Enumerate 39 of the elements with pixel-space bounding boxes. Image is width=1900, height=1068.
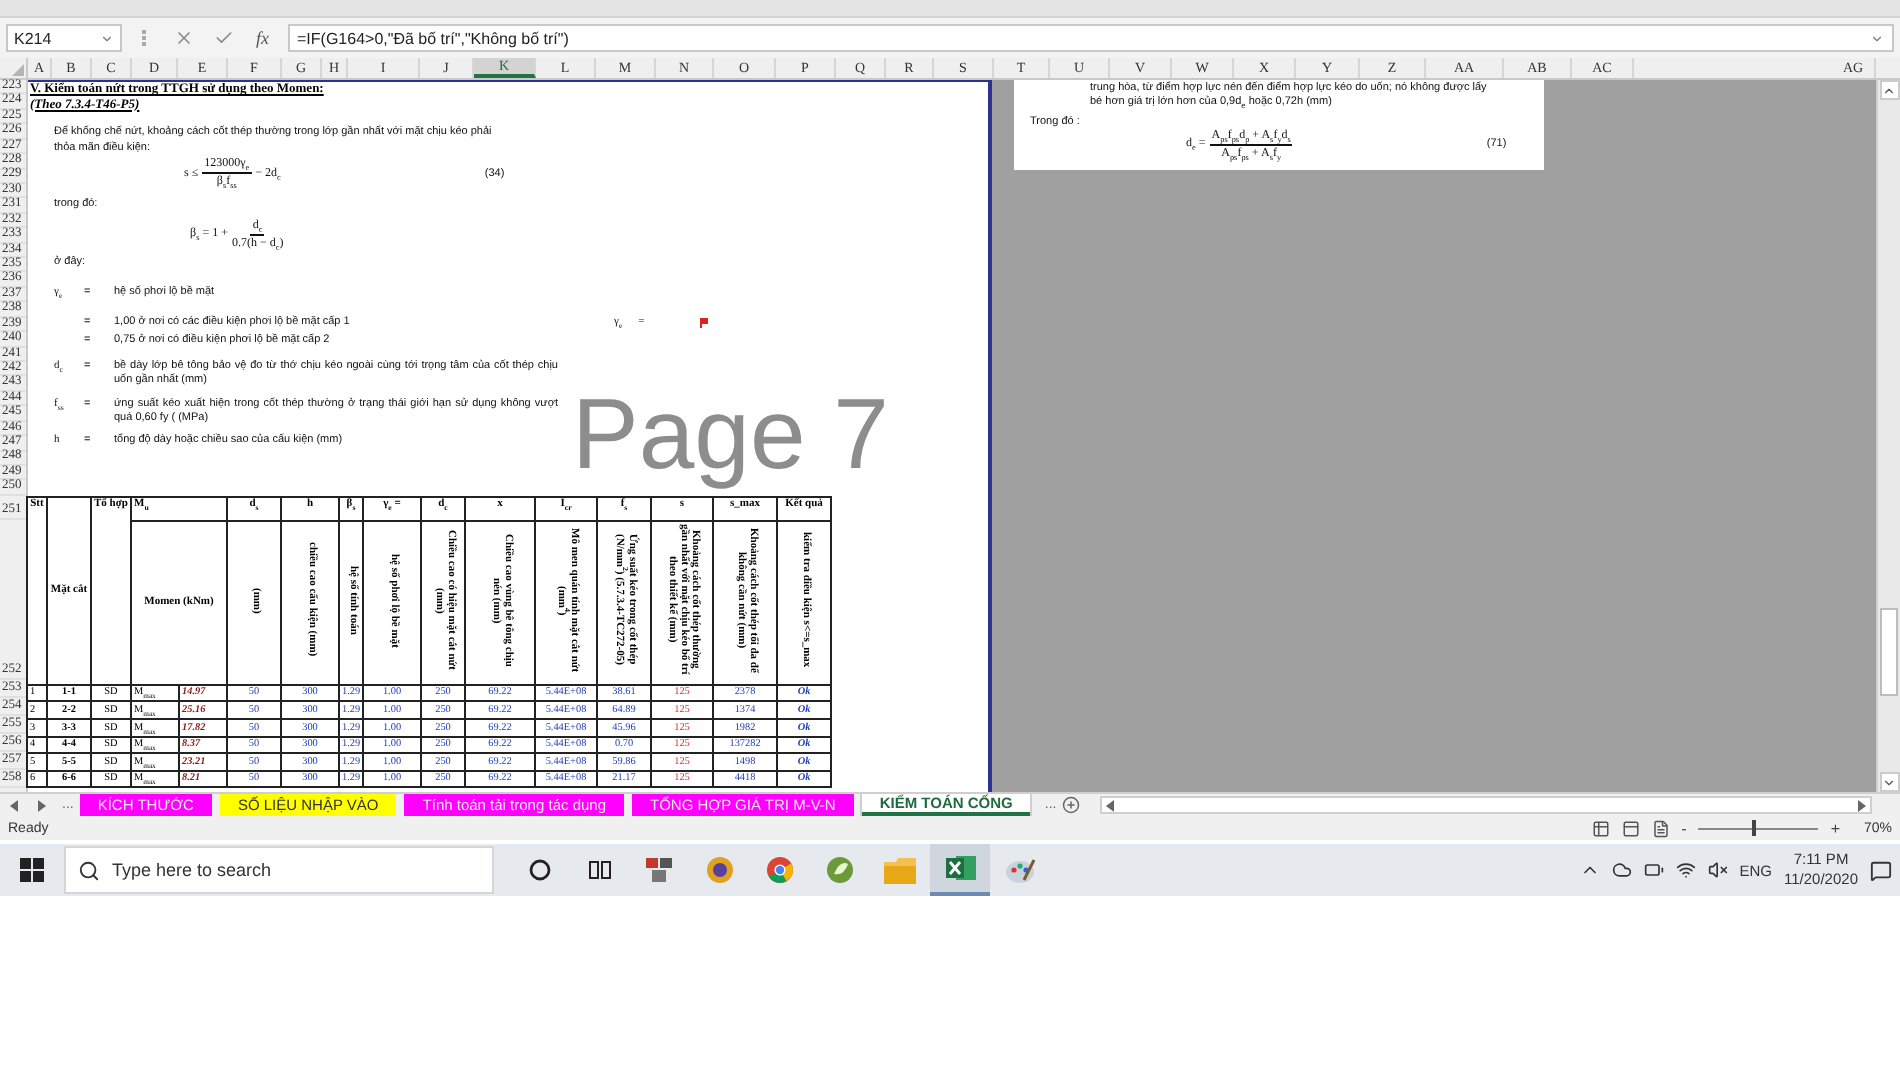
chrome-icon [766, 856, 794, 884]
leaf-icon [826, 856, 854, 884]
scroll-thumb[interactable] [1880, 608, 1898, 696]
notification-icon[interactable] [1870, 859, 1892, 881]
tiles-icon [646, 858, 674, 882]
zoom-out-button[interactable]: - [1681, 819, 1687, 837]
zoom-in-button[interactable]: + [1830, 819, 1840, 837]
circle-icon [528, 858, 552, 882]
add-sheet-icon[interactable] [1062, 796, 1081, 814]
normal-view-icon[interactable] [1591, 819, 1610, 837]
battery-icon[interactable] [1643, 860, 1664, 880]
search-field[interactable]: Type here to search [64, 846, 494, 894]
search-icon [78, 859, 100, 881]
close-icon[interactable] [174, 28, 194, 48]
vertical-scrollbar[interactable] [1876, 80, 1900, 792]
start-button[interactable] [16, 854, 48, 886]
scroll-left-icon[interactable] [1106, 799, 1115, 811]
folder-icon [884, 857, 916, 883]
scroll-right-icon[interactable] [1858, 799, 1866, 811]
wifi-icon[interactable] [1675, 860, 1696, 880]
cloud-icon[interactable] [1611, 860, 1632, 880]
check-icon[interactable] [214, 28, 234, 48]
caret-icon [1870, 31, 1884, 45]
page-break-view-icon[interactable] [1651, 819, 1670, 837]
insert-function-button[interactable]: fx [250, 28, 275, 48]
page-layout-icon[interactable] [1621, 819, 1640, 837]
mute-icon[interactable] [1707, 860, 1728, 880]
browser-icon [706, 856, 734, 884]
zoom-thumb[interactable] [1752, 819, 1757, 835]
comment-marker-icon [700, 318, 709, 328]
caret-icon [100, 31, 114, 45]
spreadsheet-icon [945, 854, 975, 882]
palette-icon [1005, 857, 1035, 883]
formula-field[interactable]: =IF(G164>0,"Đã bố trí","Không bố trí") [287, 24, 1894, 52]
horizontal-scrollbar[interactable] [1100, 796, 1872, 814]
next-sheet-icon[interactable] [38, 799, 46, 811]
previous-sheet-icon[interactable] [10, 799, 18, 811]
name-box[interactable]: K214 [6, 24, 122, 52]
task-view-icon [588, 858, 612, 882]
